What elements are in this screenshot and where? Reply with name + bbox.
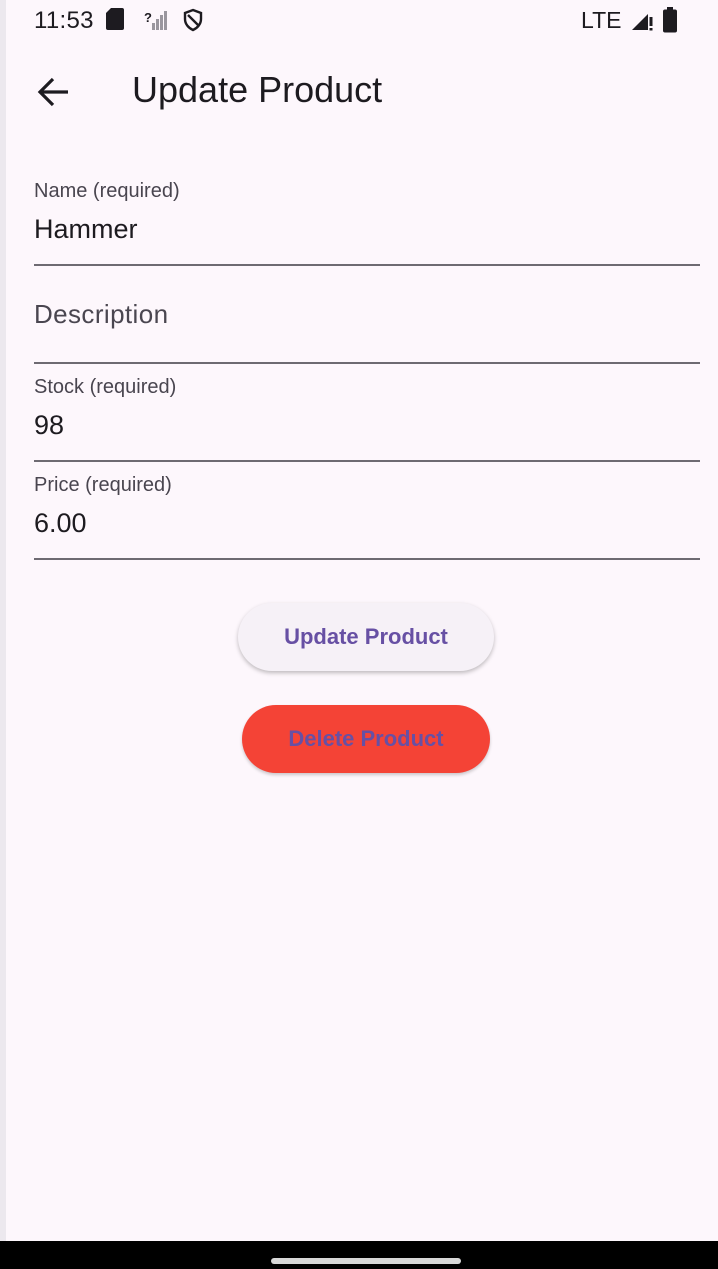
price-field-label: Price (required)	[34, 474, 172, 496]
svg-text:?: ?	[144, 10, 152, 25]
arrow-left-icon	[37, 77, 68, 107]
name-field-value: Hammer	[34, 214, 138, 244]
update-product-button[interactable]: Update Product	[238, 603, 494, 671]
name-field-label: Name (required)	[34, 180, 180, 202]
stock-field[interactable]: Stock (required) 98	[34, 364, 700, 462]
price-field[interactable]: Price (required) 6.00	[34, 462, 700, 560]
app-screen: 11:53 ? LTE Update Product Name (require…	[6, 0, 718, 1241]
home-gesture-handle[interactable]	[271, 1258, 461, 1264]
stock-field-label: Stock (required)	[34, 376, 177, 398]
delete-product-button[interactable]: Delete Product	[242, 705, 490, 773]
description-field[interactable]: Description	[34, 266, 700, 364]
battery-icon	[663, 7, 677, 33]
network-type-label: LTE	[581, 7, 622, 33]
description-field-placeholder: Description	[34, 299, 169, 329]
status-time: 11:53	[34, 7, 94, 34]
price-field-value: 6.00	[34, 508, 87, 538]
shield-icon	[183, 8, 203, 32]
app-bar: Update Product	[6, 48, 718, 132]
back-button[interactable]	[28, 66, 80, 118]
no-signal-icon: ?	[144, 10, 167, 30]
page-title: Update Product	[132, 69, 383, 110]
system-nav-bar	[0, 1241, 718, 1269]
sd-card-icon	[106, 8, 124, 30]
name-field[interactable]: Name (required) Hammer	[34, 168, 700, 266]
status-bar: 11:53 ? LTE	[6, 0, 718, 40]
signal-icon	[632, 14, 653, 31]
stock-field-value: 98	[34, 410, 65, 440]
